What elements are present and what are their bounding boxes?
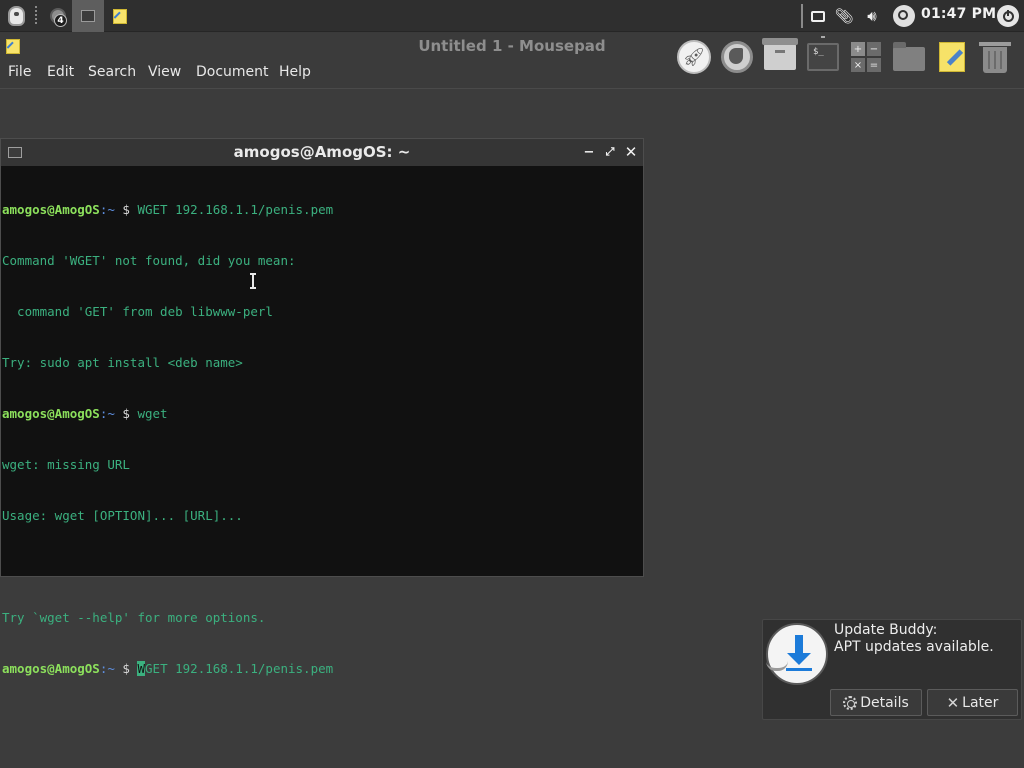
- dock-file-manager[interactable]: [890, 38, 928, 76]
- dock-trash[interactable]: [976, 38, 1014, 76]
- terminal-line: Usage: wget [OPTION]... [URL]...: [2, 508, 243, 523]
- menu-view[interactable]: View: [148, 64, 181, 80]
- terminal-line: amogos@AmogOS:~ $ WGET 192.168.1.1/penis…: [2, 660, 642, 677]
- minimize-button[interactable]: −: [580, 143, 598, 161]
- terminal-title: amogos@AmogOS: ~: [233, 143, 411, 161]
- prompt-path: :~: [99, 661, 115, 676]
- trash-icon: [979, 42, 1011, 73]
- terminal-line: Command 'WGET' not found, did you mean:: [2, 253, 296, 268]
- dock-calculator[interactable]: + − × =: [847, 38, 885, 76]
- menu-edit[interactable]: Edit: [47, 64, 74, 80]
- running-indicator: [821, 36, 825, 38]
- panel-separator: [35, 6, 37, 26]
- terminal-line: Try: sudo apt install <deb name>: [2, 355, 243, 370]
- menu-document[interactable]: Document: [196, 64, 269, 80]
- browser-icon: [721, 41, 753, 73]
- details-label: Details: [860, 694, 909, 711]
- volume-tray-button[interactable]: 🔊︎: [862, 6, 882, 26]
- dock-terminal[interactable]: $_: [804, 36, 842, 76]
- command-text: WGET 192.168.1.1/penis.pem: [137, 202, 334, 217]
- prompt-dollar: $: [114, 406, 138, 421]
- later-label: Later: [962, 694, 999, 711]
- volume-icon: 🔊︎: [867, 7, 877, 25]
- power-icon: [1002, 9, 1014, 22]
- attachment-icon: 📎︎: [834, 7, 854, 25]
- calculator-icon: + − × =: [851, 42, 881, 72]
- command-text: wget: [137, 406, 168, 421]
- update-notification[interactable]: Update Buddy: APT updates available. Det…: [762, 619, 1022, 720]
- prompt-user: amogos@AmogOS: [2, 202, 100, 217]
- prompt-user: amogos@AmogOS: [2, 406, 100, 421]
- text-editor-icon: [113, 8, 127, 24]
- command-text: GET 192.168.1.1/penis.pem: [145, 661, 334, 676]
- taskbar-mousepad-button[interactable]: [108, 4, 132, 28]
- power-button[interactable]: [997, 5, 1019, 27]
- dock: 🚀︎ $_ + − × =: [672, 36, 1022, 80]
- close-button[interactable]: ✕: [622, 143, 640, 161]
- terminal-icon: $_: [807, 43, 839, 71]
- dock-archive-manager[interactable]: [761, 38, 799, 76]
- download-icon: [766, 623, 828, 685]
- close-icon: ✕: [946, 693, 960, 712]
- terminal-line: command 'GET' from deb libwww-perl: [2, 304, 273, 319]
- terminal-line: amogos@AmogOS:~ $ wget: [2, 405, 642, 422]
- terminal-titlebar[interactable]: amogos@AmogOS: ~ − ⤢ ✕: [1, 139, 643, 166]
- files-icon: [893, 42, 925, 71]
- terminal-icon: [81, 10, 95, 22]
- notification-body: APT updates available.: [834, 639, 994, 655]
- notification-title: Update Buddy:: [834, 622, 938, 638]
- gear-icon: [843, 695, 858, 710]
- text-editor-icon: [939, 42, 965, 72]
- menu-file[interactable]: File: [8, 64, 31, 80]
- menu-search[interactable]: Search: [88, 64, 136, 80]
- panel-separator: [801, 4, 803, 28]
- search-tray-button[interactable]: [893, 5, 915, 27]
- notification-icon: [811, 10, 825, 22]
- maximize-button[interactable]: ⤢: [601, 143, 619, 161]
- distro-logo-icon: [7, 6, 25, 26]
- terminal-output[interactable]: amogos@AmogOS:~ $ WGET 192.168.1.1/penis…: [2, 167, 642, 676]
- terminal-line: wget: missing URL: [2, 457, 130, 472]
- terminal-cursor: W: [137, 661, 146, 676]
- terminal-line: amogos@AmogOS:~ $ WGET 192.168.1.1/penis…: [2, 201, 642, 218]
- attachment-tray-button[interactable]: 📎︎: [834, 6, 854, 26]
- later-button[interactable]: ✕ Later: [927, 689, 1018, 716]
- app-menu-button[interactable]: [2, 3, 30, 29]
- top-panel: 4 📎︎ 🔊︎ 01:47 PM: [0, 0, 1024, 32]
- taskbar-terminal-button[interactable]: [72, 0, 104, 32]
- archive-icon: [762, 38, 798, 70]
- ibeam-cursor-icon: [250, 273, 256, 289]
- prompt-path: :~: [99, 406, 115, 421]
- terminal-line: Try `wget --help' for more options.: [2, 610, 266, 625]
- prompt-dollar: $: [114, 661, 138, 676]
- terminal-window: amogos@AmogOS: ~ − ⤢ ✕ amogos@AmogOS:~ $…: [0, 138, 644, 676]
- notification-tray-button[interactable]: [808, 6, 828, 26]
- dock-launcher[interactable]: 🚀︎: [675, 38, 713, 76]
- prompt-path: :~: [99, 202, 115, 217]
- prompt-dollar: $: [114, 202, 138, 217]
- dock-text-editor[interactable]: [933, 38, 971, 76]
- workspace-count-badge: 4: [54, 14, 67, 27]
- dock-browser[interactable]: [718, 38, 756, 76]
- search-icon: [898, 10, 908, 20]
- details-button[interactable]: Details: [830, 689, 922, 716]
- panel-clock[interactable]: 01:47 PM: [921, 6, 996, 22]
- menu-help[interactable]: Help: [279, 64, 311, 80]
- prompt-user: amogos@AmogOS: [2, 661, 100, 676]
- rocket-icon: 🚀︎: [677, 40, 711, 74]
